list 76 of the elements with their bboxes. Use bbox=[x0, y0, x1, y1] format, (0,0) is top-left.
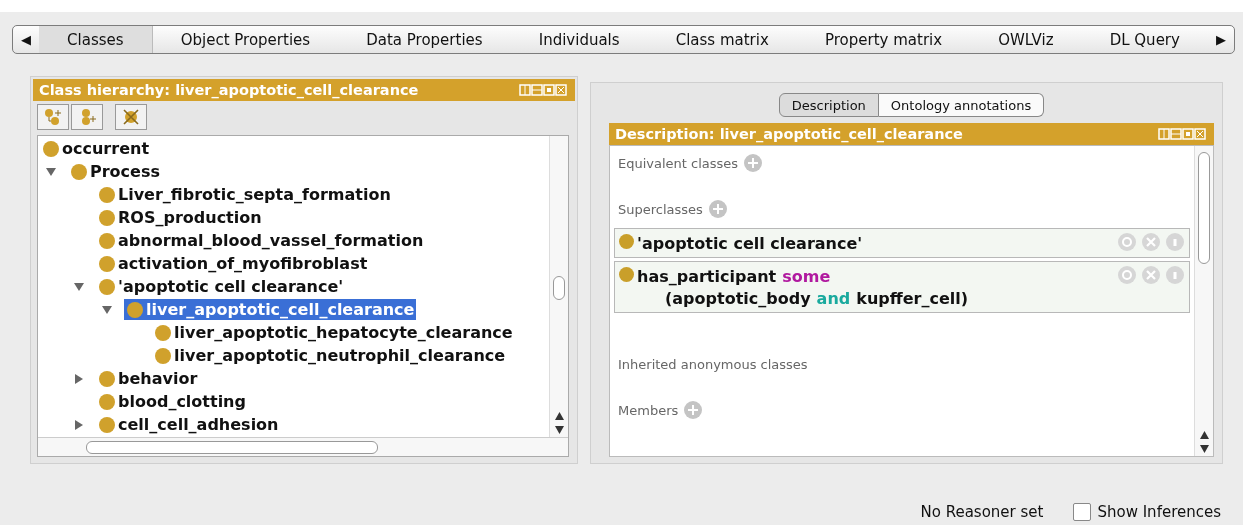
collapse-toggle-icon[interactable] bbox=[102, 304, 112, 315]
scroll-right-button[interactable]: ▶ bbox=[1207, 32, 1234, 47]
show-inferences-checkbox[interactable]: Show Inferences bbox=[1073, 503, 1221, 521]
delete-class-icon bbox=[121, 108, 141, 126]
annotate-icon[interactable] bbox=[1117, 232, 1137, 252]
tab[interactable]: Classes bbox=[39, 26, 153, 53]
superclass-entry[interactable]: has_participant some (apoptotic_body and kupffer_cell) bbox=[614, 261, 1190, 313]
keyword: and bbox=[816, 288, 851, 308]
tab[interactable]: Property matrix bbox=[796, 26, 971, 53]
expression-text: has_participant bbox=[637, 266, 777, 286]
tree-item[interactable]: liver_apoptotic_cell_clearance bbox=[124, 299, 417, 320]
add-icon[interactable] bbox=[708, 200, 727, 218]
tree-item[interactable]: liver_apoptotic_neutrophil_clearance bbox=[152, 345, 508, 366]
scroll-up-icon[interactable] bbox=[554, 412, 564, 420]
scroll-down-icon[interactable] bbox=[554, 426, 564, 434]
panel-title: Class hierarchy: liver_apoptotic_cell_clearance bbox=[39, 82, 419, 98]
tree-item[interactable]: blood_clotting bbox=[96, 391, 248, 412]
checkbox[interactable] bbox=[1073, 503, 1092, 521]
checkbox-label: Show Inferences bbox=[1097, 503, 1221, 521]
info-icon[interactable] bbox=[1165, 232, 1185, 252]
vertical-scrollbar[interactable] bbox=[1194, 146, 1213, 456]
collapse-toggle-icon[interactable] bbox=[74, 281, 84, 292]
tab[interactable]: Class matrix bbox=[647, 26, 797, 53]
tree-item[interactable]: behavior bbox=[96, 368, 200, 389]
tree-item[interactable]: activation_of_myofibroblast bbox=[96, 253, 370, 274]
tree-item[interactable]: occurrent bbox=[40, 138, 152, 159]
tree-item[interactable]: liver_apoptotic_hepatocyte_clearance bbox=[152, 322, 515, 343]
expand-toggle-icon[interactable] bbox=[74, 419, 84, 430]
tab[interactable]: Object Properties bbox=[152, 26, 339, 53]
add-icon[interactable] bbox=[684, 401, 703, 419]
scroll-down-icon[interactable] bbox=[1199, 445, 1209, 453]
view-controls-icon[interactable] bbox=[1158, 128, 1208, 140]
class-icon bbox=[619, 234, 634, 249]
annotate-icon[interactable] bbox=[1117, 265, 1137, 285]
add-subclass-icon bbox=[43, 108, 63, 126]
expression-text: kupffer_cell) bbox=[856, 288, 969, 308]
add-sibling-button[interactable] bbox=[71, 104, 103, 130]
info-icon[interactable] bbox=[1165, 265, 1185, 285]
class-icon bbox=[619, 267, 634, 282]
tab[interactable]: Ontology annotations bbox=[878, 93, 1045, 117]
tab[interactable]: Individuals bbox=[510, 26, 648, 53]
delete-class-button[interactable] bbox=[115, 104, 147, 130]
superclass-entry[interactable]: 'apoptotic cell clearance' bbox=[614, 228, 1190, 258]
tree-item[interactable]: cell_cell_adhesion bbox=[96, 414, 281, 435]
add-subclass-button[interactable] bbox=[37, 104, 69, 130]
section-label: Equivalent classes bbox=[618, 155, 739, 171]
tab[interactable]: DL Query bbox=[1081, 26, 1208, 53]
tree-item[interactable]: Liver_fibrotic_septa_formation bbox=[96, 184, 393, 205]
expression-text: 'apoptotic cell clearance' bbox=[637, 233, 863, 253]
add-icon[interactable] bbox=[744, 154, 763, 172]
section-label: Superclasses bbox=[618, 201, 703, 217]
section-label: Members bbox=[618, 402, 679, 418]
expression-text: (apoptotic_body bbox=[665, 288, 811, 308]
delete-icon[interactable] bbox=[1141, 232, 1161, 252]
scroll-up-icon[interactable] bbox=[1199, 431, 1209, 439]
vertical-scrollbar[interactable] bbox=[549, 136, 568, 437]
expand-toggle-icon[interactable] bbox=[74, 373, 84, 384]
tab[interactable]: Description bbox=[778, 93, 879, 117]
scroll-thumb[interactable] bbox=[86, 440, 378, 454]
tab[interactable]: Data Properties bbox=[338, 26, 511, 53]
keyword: some bbox=[782, 266, 831, 286]
scroll-thumb[interactable] bbox=[553, 276, 565, 300]
panel-title: Description: liver_apoptotic_cell_clearance bbox=[615, 126, 963, 142]
tab[interactable]: OWLViz bbox=[970, 26, 1082, 53]
scroll-left-button[interactable]: ◀ bbox=[13, 32, 39, 47]
view-controls-icon[interactable] bbox=[519, 84, 569, 96]
tree-item[interactable]: Process bbox=[68, 161, 162, 182]
reasoner-status: No Reasoner set bbox=[920, 503, 1044, 521]
tree-item[interactable]: 'apoptotic cell clearance' bbox=[96, 276, 346, 297]
tree-item[interactable]: ROS_production bbox=[96, 207, 264, 228]
tree-item[interactable]: abnormal_blood_vassel_formation bbox=[96, 230, 426, 251]
delete-icon[interactable] bbox=[1141, 265, 1161, 285]
section-label: Inherited anonymous classes bbox=[618, 356, 808, 372]
scroll-thumb[interactable] bbox=[1198, 152, 1210, 264]
collapse-toggle-icon[interactable] bbox=[46, 166, 56, 177]
horizontal-scrollbar[interactable] bbox=[38, 437, 568, 456]
